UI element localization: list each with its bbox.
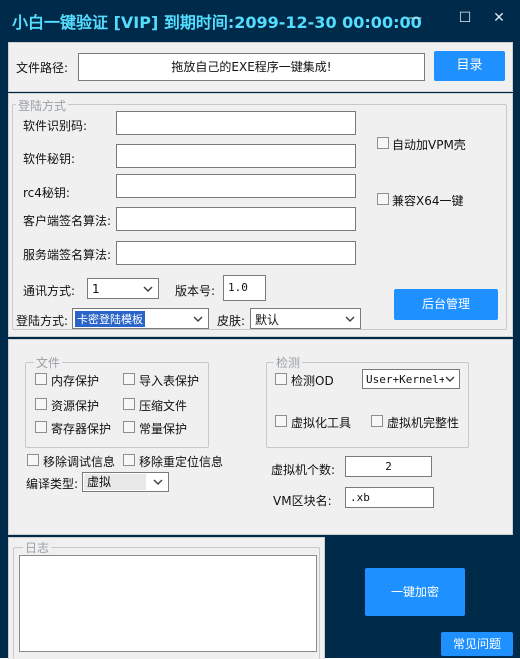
maximize-icon[interactable]: ☐ xyxy=(452,6,478,30)
vm-integrity-label: 虚拟机完整性 xyxy=(387,416,460,430)
login-group-title: 登陆方式 xyxy=(16,97,69,114)
vm-tool-label: 虚拟化工具 xyxy=(291,416,352,430)
version-input[interactable]: 1.0 xyxy=(223,275,266,301)
browse-button[interactable]: 目录 xyxy=(434,51,505,81)
options-panel: 文件 内存保护 导入表保护 资源保护 压缩文件 寄存器保护 常量保护 移除调试信… xyxy=(8,339,513,535)
constant-protect-checkbox[interactable] xyxy=(123,421,135,433)
vm-count-input[interactable]: 2 xyxy=(345,456,432,477)
rc4-key-label: rc4秘钥: xyxy=(23,186,70,200)
vm-tool-checkbox[interactable] xyxy=(275,415,287,427)
skin-select[interactable]: 默认 xyxy=(250,308,361,329)
memory-protect-checkbox[interactable] xyxy=(35,373,47,385)
login-method-value: 卡密登陆模板 xyxy=(75,311,145,327)
remove-reloc-checkbox[interactable] xyxy=(123,454,135,466)
server-sign-label: 服务端签名算法: xyxy=(23,248,112,262)
filepath-input[interactable]: 拖放自己的EXE程序一键集成! xyxy=(78,53,425,81)
close-icon[interactable]: ✕ xyxy=(486,6,512,30)
remove-reloc-label: 移除重定位信息 xyxy=(139,455,224,469)
files-group-title: 文件 xyxy=(34,354,63,371)
comm-value: 1 xyxy=(92,282,100,296)
remove-debug-label: 移除调试信息 xyxy=(43,455,116,469)
version-label: 版本号: xyxy=(175,284,216,298)
log-textarea[interactable] xyxy=(19,555,317,652)
admin-button[interactable]: 后台管理 xyxy=(394,289,498,320)
rc4-key-input[interactable] xyxy=(116,174,356,198)
chevron-down-icon xyxy=(143,286,153,293)
compress-checkbox[interactable] xyxy=(123,398,135,410)
filepath-label: 文件路径: xyxy=(16,61,69,75)
login-method-label: 登陆方式: xyxy=(16,314,69,328)
client-sign-input[interactable] xyxy=(116,207,356,231)
main-window: 小白一键验证 [VIP] 到期时间:2099-12-30 00:00:00 — … xyxy=(0,0,520,659)
register-protect-checkbox[interactable] xyxy=(35,421,47,433)
resource-protect-label: 资源保护 xyxy=(51,399,100,413)
client-sign-label: 客户端签名算法: xyxy=(23,214,112,228)
constant-protect-label: 常量保护 xyxy=(139,422,188,436)
filepath-panel: 文件路径: 拖放自己的EXE程序一键集成! 目录 xyxy=(8,42,513,92)
chevron-down-icon xyxy=(345,316,355,323)
chevron-down-icon xyxy=(153,479,163,486)
register-protect-label: 寄存器保护 xyxy=(51,422,112,436)
skin-label: 皮肤: xyxy=(217,314,246,328)
software-key-input[interactable] xyxy=(116,144,356,168)
chevron-down-icon xyxy=(193,316,203,323)
encrypt-button[interactable]: 一键加密 xyxy=(365,568,465,616)
x64-label: 兼容X64一键 xyxy=(392,194,464,208)
title-bar[interactable]: 小白一键验证 [VIP] 到期时间:2099-12-30 00:00:00 — … xyxy=(0,0,520,38)
log-panel: 日志 xyxy=(8,537,325,659)
comm-label: 通讯方式: xyxy=(23,284,76,298)
compress-label: 压缩文件 xyxy=(139,399,188,413)
detect-mode-value: User+Kernel+M xyxy=(366,373,444,386)
vpm-checkbox[interactable] xyxy=(377,137,389,149)
remove-debug-checkbox[interactable] xyxy=(27,454,39,466)
vm-section-label: VM区块名: xyxy=(273,494,332,508)
software-id-label: 软件识别码: xyxy=(23,119,88,133)
detect-mode-select[interactable]: User+Kernel+M xyxy=(362,369,460,389)
compile-type-value: 虚拟 xyxy=(84,474,146,490)
window-title: 小白一键验证 [VIP] 到期时间:2099-12-30 00:00:00 xyxy=(12,13,422,32)
login-panel: 登陆方式 软件识别码: 软件秘钥: rc4秘钥: 客户端签名算法: 服务端签名算… xyxy=(8,93,513,337)
memory-protect-label: 内存保护 xyxy=(51,374,100,388)
comm-select[interactable]: 1 xyxy=(87,278,159,299)
skin-value: 默认 xyxy=(255,313,280,327)
vm-section-input[interactable]: .xb xyxy=(345,487,434,508)
minimize-icon[interactable]: — xyxy=(402,6,428,30)
detect-od-checkbox[interactable] xyxy=(275,373,287,385)
x64-checkbox[interactable] xyxy=(377,193,389,205)
vm-count-label: 虚拟机个数: xyxy=(271,463,336,477)
faq-button[interactable]: 常见问题 xyxy=(441,632,513,656)
vm-integrity-checkbox[interactable] xyxy=(371,415,383,427)
compile-type-select[interactable]: 虚拟 xyxy=(82,472,169,492)
software-key-label: 软件秘钥: xyxy=(23,152,76,166)
import-protect-label: 导入表保护 xyxy=(139,374,200,388)
login-method-select[interactable]: 卡密登陆模板 xyxy=(72,308,209,329)
server-sign-input[interactable] xyxy=(116,241,356,265)
detect-od-label: 检测OD xyxy=(291,374,334,388)
log-group-title: 日志 xyxy=(23,539,52,556)
resource-protect-checkbox[interactable] xyxy=(35,398,47,410)
vpm-label: 自动加VPM壳 xyxy=(392,138,466,152)
software-id-input[interactable] xyxy=(116,111,356,135)
import-protect-checkbox[interactable] xyxy=(123,373,135,385)
chevron-down-icon xyxy=(445,376,455,383)
compile-type-label: 编译类型: xyxy=(26,477,79,491)
detect-group-title: 检测 xyxy=(274,354,303,371)
